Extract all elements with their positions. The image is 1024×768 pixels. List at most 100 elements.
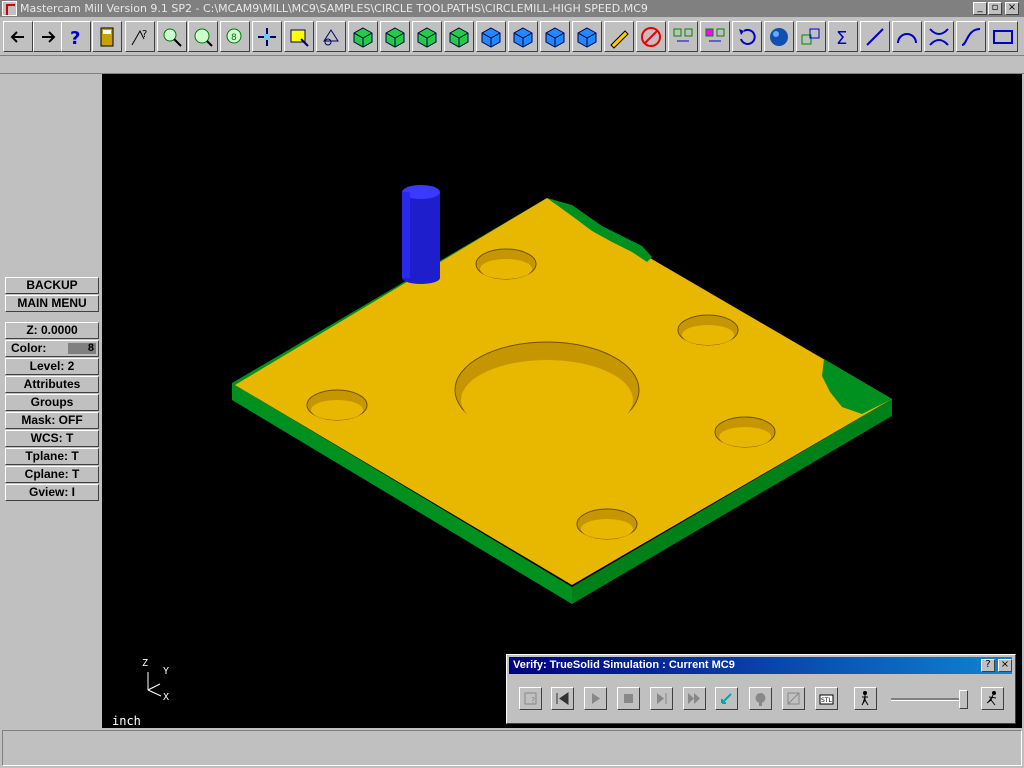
app-icon[interactable] <box>2 1 17 16</box>
toolpath-pencil-button[interactable] <box>604 21 634 52</box>
operations-button[interactable] <box>668 21 698 52</box>
calculator-icon <box>100 27 114 46</box>
verify-close-button[interactable]: × <box>998 659 1012 672</box>
create-line-button[interactable] <box>860 21 890 52</box>
level-button[interactable]: Level: 2 <box>5 358 99 375</box>
gview-cube-2-button[interactable] <box>508 21 538 52</box>
nci-icon <box>705 28 725 41</box>
sum-icon: Σ <box>836 28 847 49</box>
walker-icon <box>861 691 869 706</box>
gview-cube-3-button[interactable] <box>540 21 570 52</box>
wcs-button[interactable]: WCS: T <box>5 430 99 447</box>
main-menu-panel: BACKUP MAIN MENU Z: 0.0000 Color: 8 Leve… <box>0 74 102 728</box>
pan-icon <box>258 27 276 46</box>
calculator-button[interactable] <box>92 21 122 52</box>
operations-icon <box>673 28 693 41</box>
verify-help-button[interactable]: ? <box>981 659 995 672</box>
step-button[interactable] <box>650 687 673 710</box>
svg-text:STL: STL <box>821 697 832 704</box>
mask-button[interactable]: Mask: OFF <box>5 412 99 429</box>
svg-text:?: ? <box>70 28 80 49</box>
close-button[interactable]: × <box>1005 2 1019 15</box>
svg-text:?: ? <box>142 29 147 40</box>
undo-icon <box>739 28 756 45</box>
step-icon <box>657 693 667 704</box>
help-question-button[interactable]: ? <box>61 21 91 52</box>
rectangle-button[interactable] <box>988 21 1018 52</box>
view-cube-iso-button[interactable] <box>348 21 378 52</box>
walker-button[interactable] <box>854 687 877 710</box>
svg-text:8: 8 <box>231 33 237 43</box>
color-button[interactable]: Color: 8 <box>5 340 99 357</box>
shade-sphere-button[interactable] <box>764 21 794 52</box>
rewind-icon <box>556 692 569 705</box>
verify-dialog: Verify: TrueSolid Simulation : Current M… <box>506 654 1016 724</box>
runner-icon <box>986 691 997 706</box>
gview-cube-4-button[interactable] <box>572 21 602 52</box>
no-toolpath-button[interactable] <box>636 21 666 52</box>
gview-cube-4-icon <box>577 26 597 48</box>
spline-button[interactable] <box>956 21 986 52</box>
restore-button[interactable]: ▫ <box>988 2 1002 15</box>
color-label: Color: <box>11 341 47 355</box>
view-cube-side-icon <box>449 26 469 48</box>
view-cube-iso-icon <box>353 26 373 48</box>
gview-cube-2-icon <box>513 26 533 48</box>
main-menu-button[interactable]: MAIN MENU <box>5 295 99 312</box>
forward-arrow-button[interactable] <box>33 21 63 52</box>
parameters-button[interactable]: ? <box>519 687 542 710</box>
cplane-button[interactable]: Cplane: T <box>5 466 99 483</box>
stop-icon <box>624 694 633 703</box>
tool-display-button[interactable] <box>749 687 772 710</box>
view-cube-top-icon <box>385 26 405 48</box>
minimize-button[interactable]: _ <box>973 2 987 15</box>
view-cube-front-button[interactable] <box>412 21 442 52</box>
axis-triad: Z Y X <box>142 658 182 708</box>
window-title: Mastercam Mill Version 9.1 SP2 - C:\MCAM… <box>20 2 648 15</box>
analyze-button[interactable]: ? <box>125 21 155 52</box>
graphics-viewport[interactable]: Z Y X inch <box>102 74 1022 728</box>
analyze-icon: ? <box>131 29 147 45</box>
z-depth-button[interactable]: Z: 0.0000 <box>5 322 99 339</box>
sum-button[interactable]: Σ <box>828 21 858 52</box>
pan-button[interactable] <box>252 21 282 52</box>
attributes-button[interactable]: Attributes <box>5 376 99 393</box>
runner-button[interactable] <box>981 687 1004 710</box>
back-arrow-button[interactable] <box>3 21 33 52</box>
forward-arrow-icon <box>42 30 56 43</box>
back-arrow-icon <box>10 30 24 43</box>
cursor-icon <box>721 693 732 704</box>
rewind-button[interactable] <box>551 687 574 710</box>
trim-button[interactable] <box>924 21 954 52</box>
backup-button[interactable]: BACKUP <box>5 277 99 294</box>
speed-slider-track[interactable] <box>891 698 967 701</box>
layers-icon <box>801 28 820 44</box>
groups-button[interactable]: Groups <box>5 394 99 411</box>
tplane-button[interactable]: Tplane: T <box>5 448 99 465</box>
status-bar <box>2 730 1022 766</box>
check-button[interactable] <box>782 687 805 710</box>
fast-forward-icon <box>688 693 700 704</box>
zoom-target-icon: 8 <box>226 28 242 43</box>
fast-forward-button[interactable] <box>683 687 706 710</box>
view-cube-side-button[interactable] <box>444 21 474 52</box>
gview-button[interactable]: Gview: I <box>5 484 99 501</box>
fit-screen-button[interactable] <box>284 21 314 52</box>
create-arc-button[interactable] <box>892 21 922 52</box>
gview-cube-1-button[interactable] <box>476 21 506 52</box>
unzoom-button[interactable] <box>188 21 218 52</box>
layers-button[interactable] <box>796 21 826 52</box>
nci-button[interactable] <box>700 21 730 52</box>
stop-button[interactable] <box>617 687 640 710</box>
zoom-window-button[interactable] <box>157 21 187 52</box>
play-button[interactable] <box>584 687 607 710</box>
cursor-button[interactable] <box>715 687 738 710</box>
toolpath-pencil-icon <box>610 29 629 49</box>
zoom-target-button[interactable]: 8 <box>220 21 250 52</box>
view-cube-top-button[interactable] <box>380 21 410 52</box>
save-stl-button[interactable]: STL <box>815 687 838 710</box>
rotate-view-button[interactable] <box>316 21 346 52</box>
undo-button[interactable] <box>732 21 762 52</box>
unzoom-icon <box>194 28 213 47</box>
speed-slider-thumb[interactable] <box>959 690 968 709</box>
